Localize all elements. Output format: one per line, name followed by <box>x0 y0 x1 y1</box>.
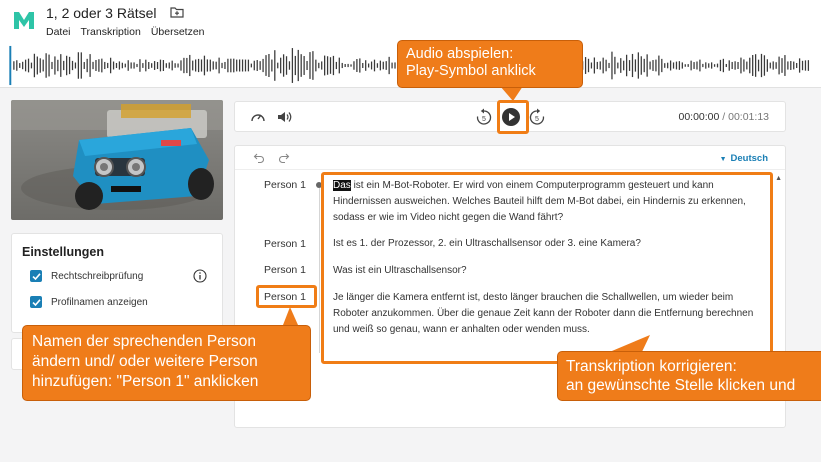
chevron-down-icon: ▼ <box>719 156 727 163</box>
forward-5-label: 5 <box>535 116 539 123</box>
speaker-label[interactable]: Person 1 <box>264 179 306 191</box>
language-selector[interactable]: ▼ Deutsch <box>720 153 768 164</box>
play-highlight-box <box>497 100 529 134</box>
forward-5-icon[interactable]: 5 <box>528 108 546 126</box>
time-display: 00:00:00 / 00:01:13 <box>678 111 769 123</box>
time-separator: / <box>719 111 729 123</box>
editor-toolbar: ▼ Deutsch <box>235 146 785 170</box>
speedometer-icon[interactable] <box>250 110 266 124</box>
speaker-callout: Namen der sprechenden Person ändern und/… <box>22 325 311 401</box>
menu-uebersetzen[interactable]: Übersetzen <box>151 26 205 38</box>
timeline-line <box>319 188 320 353</box>
app-window: 1, 2 oder 3 Rätsel Datei Transkription Ü… <box>0 0 821 462</box>
settings-title: Einstellungen <box>22 245 104 259</box>
menu-datei[interactable]: Datei <box>46 26 71 38</box>
profile-names-option[interactable]: Profilnamen anzeigen <box>30 296 148 308</box>
info-icon[interactable] <box>193 269 207 283</box>
rewind-5-label: 5 <box>482 116 486 123</box>
settings-panel: Einstellungen Rechtschreibprüfung Profil… <box>11 233 223 333</box>
logo-icon[interactable] <box>12 8 36 32</box>
play-callout: Audio abspielen: Play-Symbol anklick <box>397 40 583 88</box>
spellcheck-checkbox[interactable] <box>30 270 42 282</box>
current-time: 00:00:00 <box>678 111 720 123</box>
check-icon <box>31 272 41 280</box>
transcript-callout: Transkription korrigieren: an gewünschte… <box>557 351 821 401</box>
scroll-up-icon[interactable]: ▲ <box>775 175 782 182</box>
check-icon <box>31 298 41 306</box>
header: 1, 2 oder 3 Rätsel Datei Transkription Ü… <box>0 0 821 44</box>
profile-names-label: Profilnamen anzeigen <box>51 296 148 308</box>
duration: 00:01:13 <box>728 111 769 123</box>
speaker-label[interactable]: Person 1 <box>264 238 306 250</box>
menu-bar: Datei Transkription Übersetzen <box>46 26 205 38</box>
speaker-highlight-box <box>256 285 317 308</box>
redo-icon[interactable] <box>278 152 290 164</box>
spellcheck-label: Rechtschreibprüfung <box>51 270 144 282</box>
document-title[interactable]: 1, 2 oder 3 Rätsel <box>46 5 157 21</box>
folder-icon[interactable] <box>170 5 184 19</box>
speaker-label[interactable]: Person 1 <box>264 264 306 276</box>
volume-icon[interactable] <box>277 110 293 124</box>
profile-names-checkbox[interactable] <box>30 296 42 308</box>
spellcheck-option[interactable]: Rechtschreibprüfung <box>30 270 143 282</box>
menu-transkription[interactable]: Transkription <box>81 26 141 38</box>
rewind-5-icon[interactable]: 5 <box>475 108 493 126</box>
video-thumbnail[interactable] <box>11 100 223 220</box>
undo-icon[interactable] <box>253 152 265 164</box>
transcript-highlight-box <box>321 172 773 364</box>
language-label: Deutsch <box>730 153 768 164</box>
